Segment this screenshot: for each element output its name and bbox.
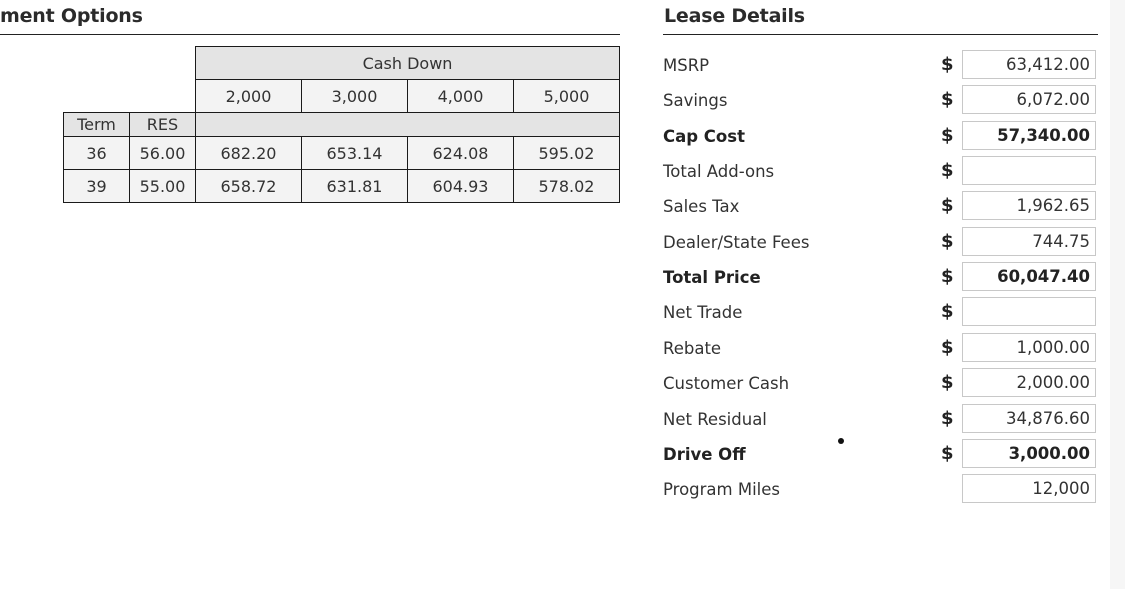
- payment-cell: 624.08: [407, 136, 514, 170]
- lease-row: Cap Cost $57,340.00: [663, 119, 1098, 154]
- right-edge-strip: [1110, 0, 1125, 589]
- lease-row: Total Price $60,047.40: [663, 260, 1098, 295]
- lease-value-field[interactable]: 1,962.65: [962, 191, 1096, 221]
- payment-options-title: ment Options: [0, 5, 143, 27]
- lease-row-label: Drive Off: [663, 444, 746, 464]
- payment-cell: 631.81: [301, 169, 408, 203]
- currency-symbol: $: [941, 89, 954, 111]
- currency-symbol: $: [941, 124, 954, 146]
- res-cell: 55.00: [129, 169, 196, 203]
- lease-row-label: Cap Cost: [663, 126, 745, 146]
- lease-row: Net Trade $: [663, 295, 1098, 330]
- lease-value-field[interactable]: 2,000.00: [962, 368, 1096, 398]
- lease-row: Rebate $1,000.00: [663, 331, 1098, 366]
- term-cell: 36: [63, 136, 130, 170]
- term-cell: 39: [63, 169, 130, 203]
- currency-symbol: $: [941, 442, 954, 464]
- lease-row: Savings $6,072.00: [663, 83, 1098, 118]
- res-cell: 56.00: [129, 136, 196, 170]
- currency-symbol: $: [941, 407, 954, 429]
- lease-details-title: Lease Details: [664, 5, 805, 27]
- lease-row-label: Dealer/State Fees: [663, 232, 810, 252]
- lease-value-field[interactable]: 744.75: [962, 226, 1096, 256]
- currency-symbol: $: [941, 336, 954, 358]
- lease-row: Dealer/State Fees $744.75: [663, 225, 1098, 260]
- lease-row: MSRP $63,412.00: [663, 48, 1098, 83]
- currency-symbol: $: [941, 266, 954, 288]
- payment-cell: 595.02: [513, 136, 620, 170]
- currency-symbol: $: [941, 230, 954, 252]
- lease-row-label: Net Residual: [663, 409, 767, 429]
- lease-value-field[interactable]: 60,047.40: [962, 262, 1096, 292]
- payment-options-table: Cash Down 2,000 3,000 4,000 5,000 Term R…: [63, 46, 620, 203]
- cursor-dot: [838, 438, 844, 444]
- lease-value-field[interactable]: 6,072.00: [962, 85, 1096, 115]
- cash-down-amount: 4,000: [407, 79, 514, 113]
- lease-row: Total Add-ons $: [663, 154, 1098, 189]
- header-spacer: [195, 112, 620, 137]
- payment-options-title-rule: [0, 34, 620, 35]
- payment-cell: 653.14: [301, 136, 408, 170]
- currency-symbol: $: [941, 195, 954, 217]
- table-row: 36 56.00 682.20 653.14 624.08 595.02: [63, 136, 620, 170]
- lease-row-label: Sales Tax: [663, 197, 740, 217]
- lease-row: Drive Off $3,000.00: [663, 437, 1098, 472]
- lease-value-field[interactable]: 63,412.00: [962, 50, 1096, 79]
- lease-row-label: MSRP: [663, 56, 710, 75]
- lease-row: Customer Cash $2,000.00: [663, 366, 1098, 401]
- lease-row-label: Program Miles: [663, 480, 781, 500]
- lease-row-label: Total Add-ons: [663, 162, 775, 182]
- cash-down-amount: 3,000: [301, 79, 408, 113]
- lease-value-field[interactable]: 57,340.00: [962, 120, 1096, 150]
- currency-symbol: $: [941, 301, 954, 323]
- lease-row-label: Savings: [663, 91, 728, 111]
- cash-down-header: Cash Down: [195, 46, 620, 80]
- payment-cell: 658.72: [195, 169, 302, 203]
- payment-cell: 682.20: [195, 136, 302, 170]
- lease-row: Net Residual $34,876.60: [663, 402, 1098, 437]
- lease-row-label: Rebate: [663, 338, 722, 358]
- payment-cell: 604.93: [407, 169, 514, 203]
- lease-value-field[interactable]: 12,000: [962, 474, 1096, 504]
- lease-value-field[interactable]: 34,876.60: [962, 403, 1096, 433]
- lease-row: Sales Tax $1,962.65: [663, 189, 1098, 224]
- lease-row-label: Net Trade: [663, 303, 743, 323]
- lease-row-label: Total Price: [663, 268, 761, 288]
- currency-symbol: $: [941, 54, 954, 75]
- lease-details-title-rule: [663, 34, 1098, 35]
- cash-down-amount: 5,000: [513, 79, 620, 113]
- payment-cell: 578.02: [513, 169, 620, 203]
- currency-symbol: $: [941, 372, 954, 394]
- lease-row: Program Miles 12,000: [663, 472, 1098, 507]
- lease-value-field[interactable]: 3,000.00: [962, 438, 1096, 468]
- lease-value-field[interactable]: [962, 156, 1096, 186]
- table-row: 39 55.00 658.72 631.81 604.93 578.02: [63, 169, 620, 203]
- res-header: RES: [129, 112, 196, 137]
- lease-value-field[interactable]: 1,000.00: [962, 332, 1096, 362]
- cash-down-amount: 2,000: [195, 79, 302, 113]
- currency-symbol: $: [941, 160, 954, 182]
- lease-row-label: Customer Cash: [663, 374, 790, 394]
- lease-value-field[interactable]: [962, 297, 1096, 327]
- term-header: Term: [63, 112, 130, 137]
